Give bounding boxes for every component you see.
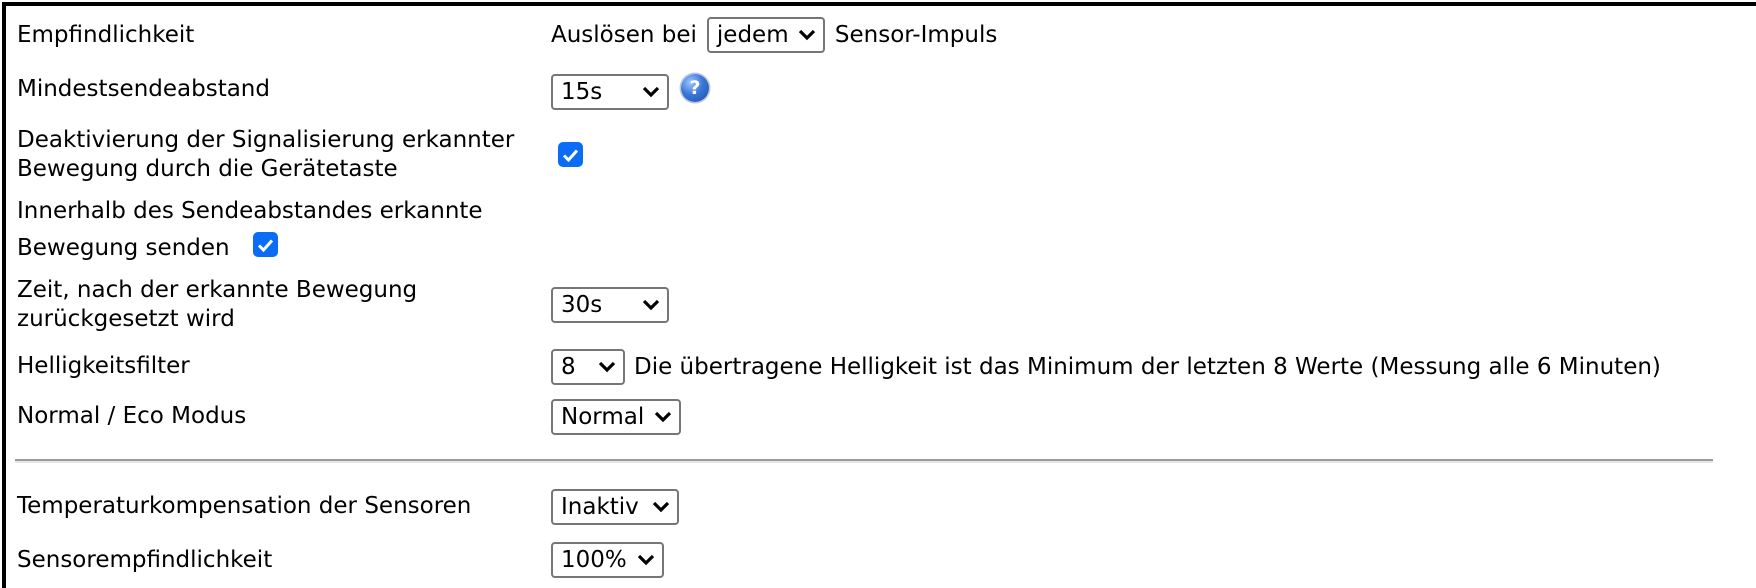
panel-top-border — [3, 2, 1756, 6]
sensitivity-label: Empfindlichkeit — [17, 22, 195, 48]
section-divider — [15, 459, 1713, 463]
min-send-interval-select-value: 15s — [561, 79, 603, 105]
brightness-filter-select[interactable]: 8 — [551, 349, 625, 385]
chevron-down-icon — [652, 501, 670, 513]
disable-signaling-label-line2: Bewegung durch die Gerätetaste — [17, 156, 398, 182]
reset-time-row: 30s — [551, 287, 669, 323]
sensor-sensitivity-select-value: 100% — [561, 547, 627, 573]
chevron-down-icon — [637, 554, 655, 566]
temp-compensation-select[interactable]: Inaktiv — [551, 489, 679, 525]
disable-signaling-label-line1: Deaktivierung der Signalisierung erkannt… — [17, 127, 515, 153]
min-send-interval-select[interactable]: 15s — [551, 74, 669, 110]
disable-signaling-checkbox[interactable] — [558, 142, 583, 167]
chevron-down-icon — [642, 86, 660, 98]
mode-label: Normal / Eco Modus — [17, 403, 247, 429]
chevron-down-icon — [598, 361, 616, 373]
chevron-down-icon — [798, 29, 816, 41]
min-send-interval-row: 15s — [551, 74, 669, 110]
mode-row: Normal — [551, 399, 681, 435]
send-within-interval-label-line2: Bewegung senden — [17, 235, 230, 261]
brightness-filter-row: 8 Die übertragene Helligkeit ist das Min… — [551, 349, 1661, 385]
reset-time-label-line1: Zeit, nach der erkannte Bewegung — [17, 277, 418, 303]
temp-compensation-row: Inaktiv — [551, 489, 679, 525]
min-send-interval-label: Mindestsendeabstand — [17, 76, 270, 102]
send-within-interval-checkbox[interactable] — [253, 232, 278, 257]
brightness-filter-description: Die übertragene Helligkeit ist das Minim… — [634, 354, 1661, 380]
sensitivity-prefix: Auslösen bei — [551, 22, 697, 48]
temp-compensation-label: Temperaturkompensation der Sensoren — [17, 493, 472, 519]
reset-time-select-value: 30s — [561, 292, 603, 318]
sensitivity-select[interactable]: jedem — [706, 17, 825, 53]
temp-compensation-select-value: Inaktiv — [561, 494, 639, 520]
reset-time-select[interactable]: 30s — [551, 287, 669, 323]
send-within-interval-label-line1: Innerhalb des Sendeabstandes erkannte — [17, 198, 483, 224]
sensitivity-row: Auslösen bei jedem Sensor-Impuls — [551, 17, 997, 53]
sensor-sensitivity-row: 100% — [551, 542, 664, 578]
chevron-down-icon — [642, 299, 660, 311]
mode-select[interactable]: Normal — [551, 399, 681, 435]
checkmark-icon — [257, 238, 274, 252]
reset-time-label-line2: zurückgesetzt wird — [17, 306, 235, 332]
brightness-filter-label: Helligkeitsfilter — [17, 353, 190, 379]
brightness-filter-select-value: 8 — [561, 354, 576, 380]
panel-left-border — [2, 2, 6, 588]
sensor-sensitivity-select[interactable]: 100% — [551, 542, 664, 578]
help-icon[interactable]: ? — [681, 74, 709, 102]
sensitivity-suffix: Sensor-Impuls — [834, 22, 998, 48]
sensitivity-select-value: jedem — [716, 22, 789, 48]
mode-select-value: Normal — [561, 404, 645, 430]
chevron-down-icon — [654, 411, 672, 423]
sensor-sensitivity-label: Sensorempfindlichkeit — [17, 547, 273, 573]
checkmark-icon — [562, 148, 579, 162]
